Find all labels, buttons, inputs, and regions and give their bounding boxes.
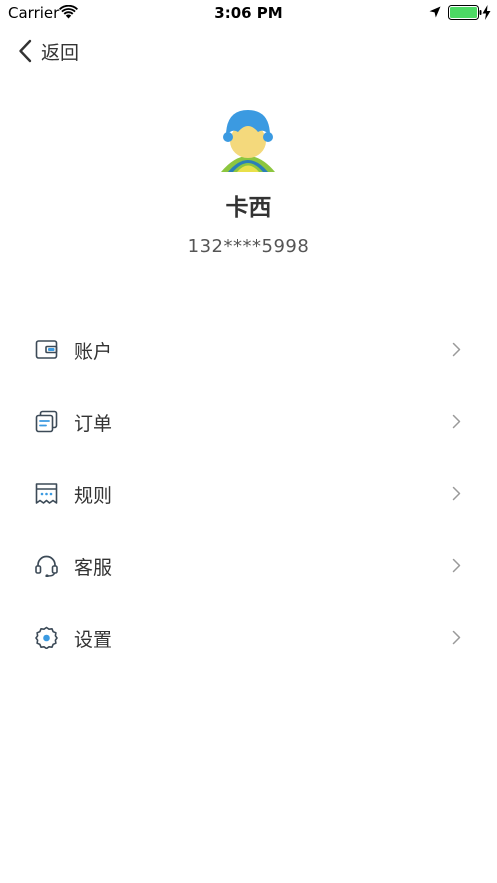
wallet-icon xyxy=(35,340,58,359)
location-arrow-icon xyxy=(429,6,441,18)
chevron-right-icon xyxy=(452,486,461,501)
headset-icon xyxy=(35,555,58,577)
chevron-left-icon xyxy=(19,39,32,63)
menu-list: 账户 订单 规则 客服 设置 xyxy=(0,313,497,673)
back-button[interactable]: 返回 xyxy=(18,36,79,66)
menu-label-support: 客服 xyxy=(74,557,113,579)
chevron-right-icon xyxy=(452,414,461,429)
avatar[interactable] xyxy=(218,108,278,174)
charging-bolt-icon xyxy=(482,5,491,20)
chevron-right-icon xyxy=(452,558,461,573)
chevron-right-icon xyxy=(452,342,461,357)
status-bar: Carrier 3:06 PM xyxy=(0,0,497,26)
menu-item-rules[interactable]: 规则 xyxy=(0,457,497,529)
menu-label-orders: 订单 xyxy=(74,413,113,435)
menu-label-rules: 规则 xyxy=(74,485,113,507)
battery-icon xyxy=(448,5,482,20)
clock: 3:06 PM xyxy=(214,4,283,22)
settings-icon xyxy=(35,626,58,649)
back-label: 返回 xyxy=(41,41,80,64)
menu-item-settings[interactable]: 设置 xyxy=(0,601,497,673)
menu-item-orders[interactable]: 订单 xyxy=(0,385,497,457)
rules-icon xyxy=(35,483,58,504)
order-icon xyxy=(35,410,58,433)
chevron-right-icon xyxy=(452,630,461,645)
battery-fill xyxy=(450,7,477,18)
menu-item-account[interactable]: 账户 xyxy=(0,313,497,385)
menu-label-settings: 设置 xyxy=(74,629,113,651)
menu-label-account: 账户 xyxy=(74,341,113,363)
menu-item-support[interactable]: 客服 xyxy=(0,529,497,601)
user-name: 卡西 xyxy=(225,195,272,221)
user-phone: 132****5998 xyxy=(187,236,310,257)
